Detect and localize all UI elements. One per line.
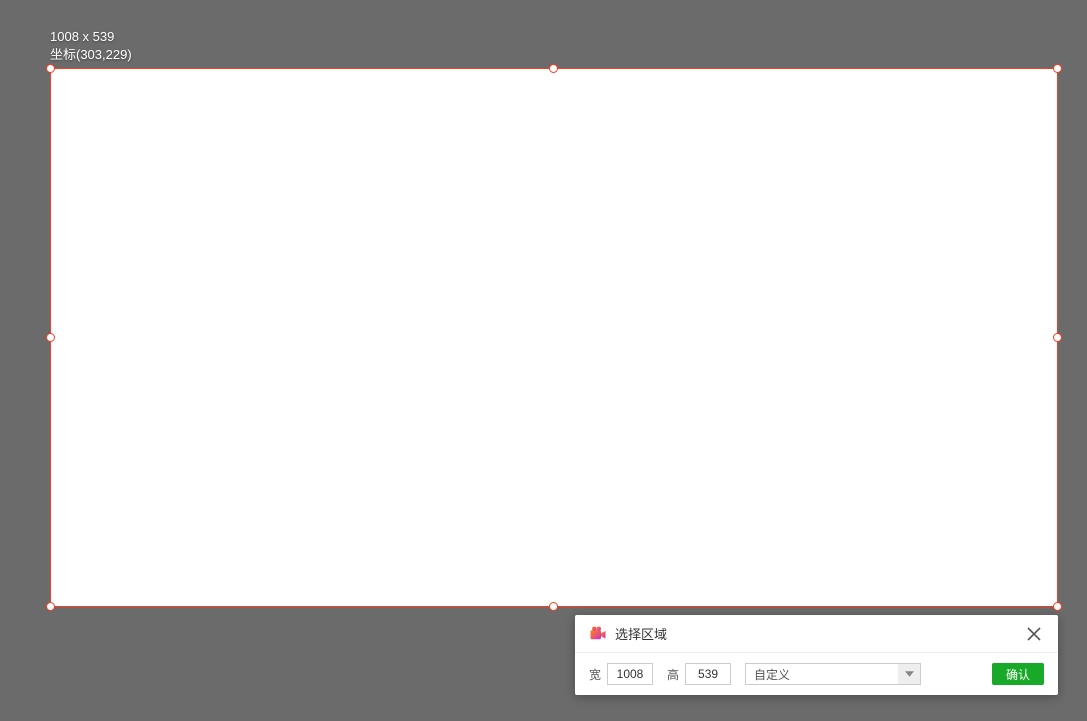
dimensions-text: 1008 x 539 [50, 28, 132, 46]
coordinates-text: 坐标(303,229) [50, 46, 132, 64]
preset-select[interactable]: 自定义 [745, 663, 921, 685]
resize-handle-top-left[interactable] [46, 64, 55, 73]
recorder-icon [589, 625, 607, 643]
resize-handle-middle-left[interactable] [46, 333, 55, 342]
preset-selected-label: 自定义 [754, 666, 790, 683]
chevron-down-icon [905, 671, 914, 677]
width-input[interactable] [607, 663, 653, 685]
panel-body: 宽 高 自定义 确认 [575, 653, 1058, 695]
selection-area[interactable] [50, 68, 1058, 607]
resize-handle-middle-right[interactable] [1053, 333, 1062, 342]
close-icon [1027, 627, 1041, 641]
width-label: 宽 [589, 666, 601, 683]
confirm-button[interactable]: 确认 [992, 663, 1044, 685]
dropdown-caret [898, 664, 920, 684]
height-input[interactable] [685, 663, 731, 685]
panel-title: 选择区域 [615, 624, 667, 643]
close-button[interactable] [1024, 624, 1044, 644]
resize-handle-bottom-right[interactable] [1053, 602, 1062, 611]
resize-handle-top-right[interactable] [1053, 64, 1062, 73]
resize-handle-bottom-middle[interactable] [549, 602, 558, 611]
panel-header: 选择区域 [575, 615, 1058, 653]
control-panel: 选择区域 宽 高 自定义 确认 [575, 615, 1058, 695]
resize-handle-bottom-left[interactable] [46, 602, 55, 611]
resize-handle-top-middle[interactable] [549, 64, 558, 73]
height-label: 高 [667, 666, 679, 683]
selection-info-overlay: 1008 x 539 坐标(303,229) [50, 28, 132, 64]
